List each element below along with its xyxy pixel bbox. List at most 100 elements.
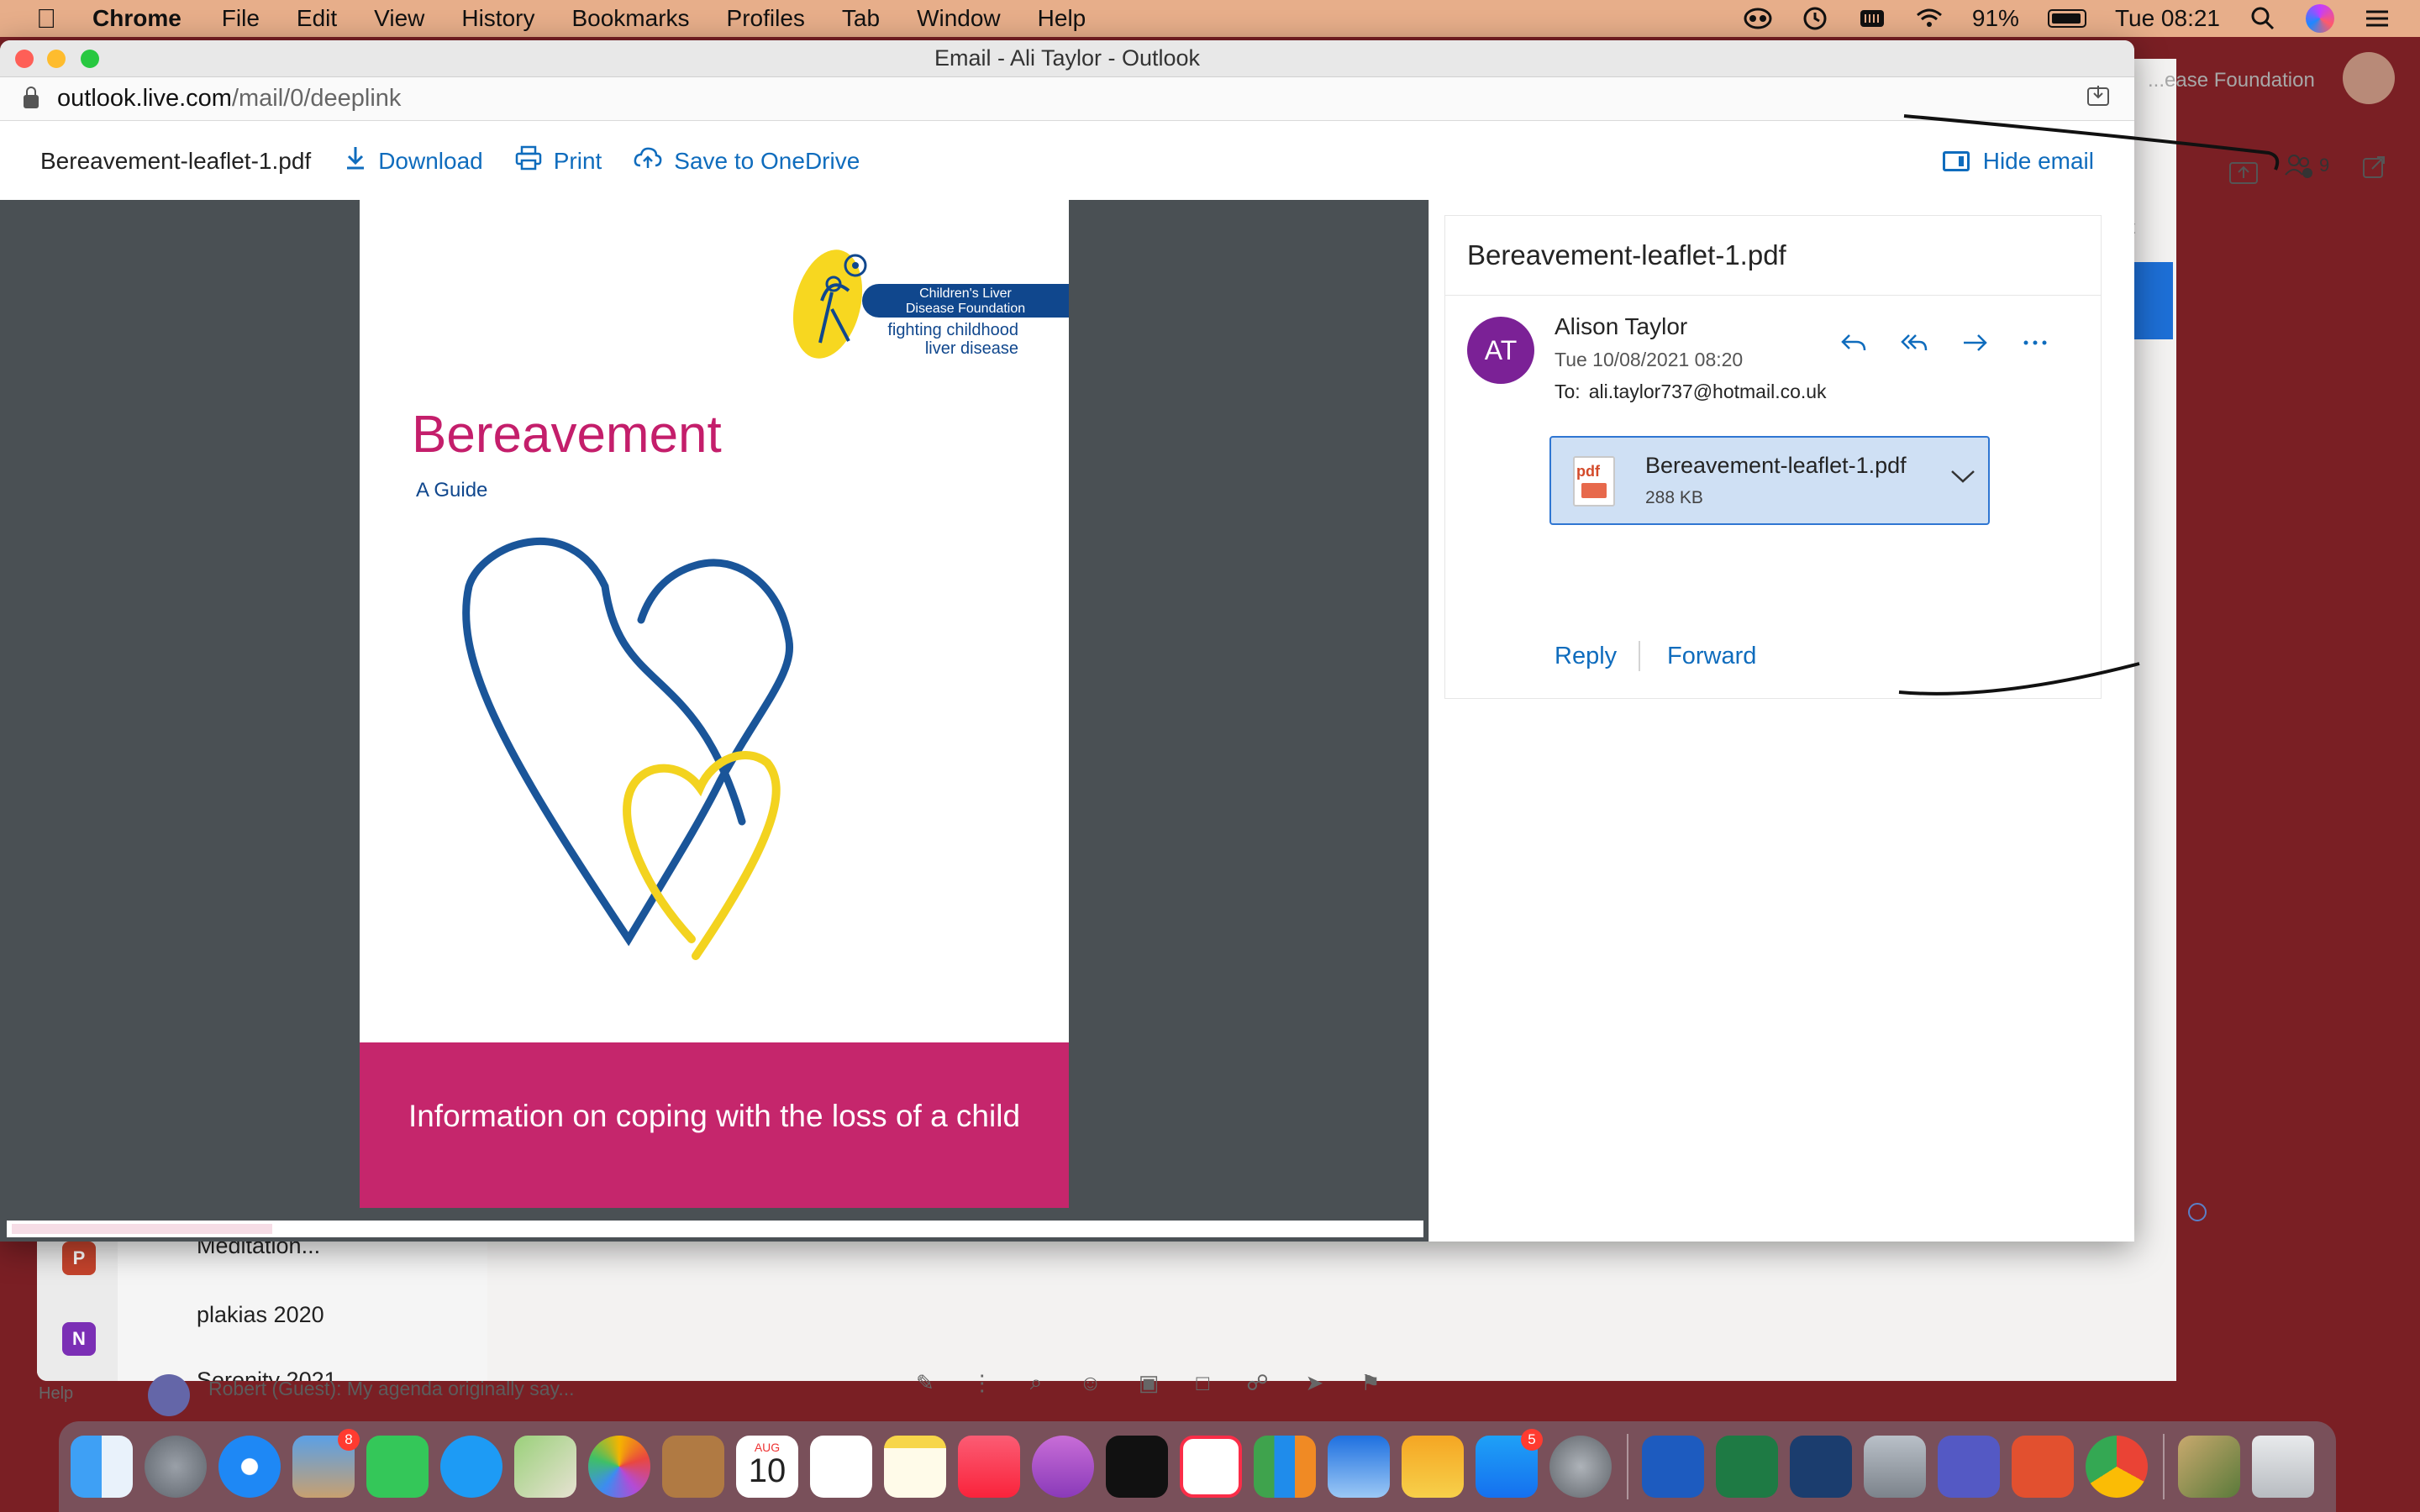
launchpad-icon[interactable]	[145, 1436, 207, 1498]
downloads-folder-icon[interactable]	[2178, 1436, 2240, 1498]
more-actions-icon[interactable]	[2020, 330, 2050, 363]
trash-icon[interactable]	[2252, 1436, 2314, 1498]
downloads-stack-icon[interactable]	[1864, 1436, 1926, 1498]
facetime-icon[interactable]	[366, 1436, 429, 1498]
accessibility-icon[interactable]	[1744, 6, 1772, 31]
outlook-attachment-window: Email - Ali Taylor - Outlook outlook.liv…	[0, 40, 2134, 1242]
address-bar[interactable]: outlook.live.com/mail/0/deeplink	[0, 77, 2134, 121]
powerpoint-icon[interactable]: P	[62, 1242, 96, 1275]
attach-icon[interactable]: ⌕	[1030, 1369, 1043, 1396]
org-name: ...ease Foundation	[2148, 69, 2315, 92]
close-window-button[interactable]	[15, 50, 34, 68]
siri-icon[interactable]	[2306, 4, 2334, 33]
recipient-address[interactable]: ali.taylor737@hotmail.co.uk	[1589, 381, 1827, 402]
save-to-onedrive-button[interactable]: Save to OneDrive	[634, 145, 860, 177]
keyboard-icon[interactable]	[1858, 6, 1886, 31]
reply-icon[interactable]	[1839, 330, 1869, 363]
participants-button[interactable]: 9	[2284, 153, 2329, 178]
webex-icon[interactable]	[1790, 1436, 1852, 1498]
menu-tab[interactable]: Tab	[842, 5, 880, 32]
active-tab-indicator	[2134, 262, 2173, 339]
download-button[interactable]: Download	[345, 145, 483, 177]
profile-avatar[interactable]	[2343, 52, 2395, 104]
remote-desktop-icon[interactable]	[2012, 1436, 2074, 1498]
forward-icon[interactable]	[1960, 330, 1990, 363]
attachment-tile[interactable]: pdf Bereavement-leaflet-1.pdf 288 KB	[1549, 436, 1990, 525]
sender-name[interactable]: Alison Taylor	[1555, 313, 1687, 340]
notes-icon[interactable]	[884, 1436, 946, 1498]
menu-view[interactable]: View	[374, 5, 424, 32]
reply-button[interactable]: Reply	[1555, 643, 1617, 670]
menu-bookmarks[interactable]: Bookmarks	[571, 5, 689, 32]
sticker-icon[interactable]: □	[1196, 1370, 1209, 1396]
apple-tv-icon[interactable]	[1106, 1436, 1168, 1498]
forward-button[interactable]: Forward	[1667, 643, 1756, 670]
print-button[interactable]: Print	[515, 145, 602, 177]
messages-icon[interactable]	[440, 1436, 502, 1498]
window-title: Email - Ali Taylor - Outlook	[934, 45, 1201, 71]
email-actions	[1839, 330, 2050, 363]
sender-avatar[interactable]: AT	[1467, 317, 1534, 384]
minimize-window-button[interactable]	[47, 50, 66, 68]
contacts-icon[interactable]	[662, 1436, 724, 1498]
word-icon[interactable]	[1642, 1436, 1704, 1498]
control-center-icon[interactable]	[2363, 6, 2391, 31]
scrollbar-thumb[interactable]	[12, 1224, 272, 1234]
popout-icon[interactable]	[2361, 155, 2386, 184]
pages-icon[interactable]	[1402, 1436, 1464, 1498]
onenote-icon[interactable]: N	[62, 1322, 96, 1356]
leaflet-subtitle: A Guide	[416, 479, 488, 501]
menu-help[interactable]: Help	[1038, 5, 1086, 32]
meet-icon[interactable]: ☍	[1246, 1370, 1268, 1396]
help-label[interactable]: Help	[39, 1384, 73, 1404]
menu-file[interactable]: File	[222, 5, 260, 32]
attachment-filename: Bereavement-leaflet-1.pdf	[40, 147, 312, 174]
finder-icon[interactable]	[71, 1436, 133, 1498]
wifi-icon[interactable]	[1915, 6, 1944, 31]
chat-list-item[interactable]: plakias 2020	[197, 1302, 324, 1328]
battery-icon[interactable]	[2047, 9, 2086, 28]
keynote-icon[interactable]	[1328, 1436, 1390, 1498]
maps-icon[interactable]	[514, 1436, 576, 1498]
pdf-viewer[interactable]: Children's Liver Disease Foundation figh…	[0, 200, 1428, 1242]
dock: 8 AUG 10 5	[59, 1421, 2336, 1512]
podcasts-icon[interactable]	[1032, 1436, 1094, 1498]
news-icon[interactable]	[1180, 1436, 1242, 1498]
chevron-down-icon[interactable]	[1949, 463, 1976, 491]
reply-all-icon[interactable]	[1899, 330, 1929, 363]
apple-menu-icon[interactable]: 	[0, 3, 92, 34]
horizontal-scrollbar[interactable]	[7, 1221, 1423, 1237]
tagline-line1: fighting childhood	[887, 321, 1018, 339]
excel-icon[interactable]	[1716, 1436, 1778, 1498]
menu-profiles[interactable]: Profiles	[727, 5, 805, 32]
music-icon[interactable]	[958, 1436, 1020, 1498]
calendar-icon[interactable]: AUG 10	[736, 1436, 798, 1498]
system-preferences-icon[interactable]	[1549, 1436, 1612, 1498]
gif-icon[interactable]: ▣	[1139, 1370, 1160, 1396]
photos-icon[interactable]	[588, 1436, 650, 1498]
format-icon[interactable]: ✎	[916, 1370, 934, 1396]
menu-history[interactable]: History	[461, 5, 534, 32]
safari-icon[interactable]	[218, 1436, 281, 1498]
teams-icon[interactable]	[1938, 1436, 2000, 1498]
menu-window[interactable]: Window	[917, 5, 1001, 32]
menu-app-chrome[interactable]: Chrome	[92, 5, 182, 32]
numbers-icon[interactable]	[1254, 1436, 1316, 1498]
maximize-window-button[interactable]	[81, 50, 99, 68]
mail-icon[interactable]: 8	[292, 1429, 360, 1498]
lock-icon[interactable]	[24, 86, 39, 108]
teams-right-strip	[2134, 59, 2176, 1381]
praise-icon[interactable]: ⚑	[1360, 1370, 1380, 1396]
pdf-page: Children's Liver Disease Foundation figh…	[360, 200, 1069, 1208]
clock[interactable]: Tue 08:21	[2115, 5, 2220, 32]
app-store-icon[interactable]: 5	[1476, 1429, 1543, 1498]
time-machine-icon[interactable]	[1801, 6, 1829, 31]
spotlight-search-icon[interactable]	[2249, 6, 2277, 31]
reminders-icon[interactable]	[810, 1436, 872, 1498]
send-later-icon[interactable]: ➤	[1306, 1370, 1324, 1396]
emoji-icon[interactable]: ☺	[1079, 1370, 1102, 1396]
more-icon[interactable]: ⋮	[971, 1370, 993, 1396]
chrome-icon[interactable]	[2086, 1436, 2148, 1498]
leaflet-band-text: Information on coping with the loss of a…	[408, 1099, 1021, 1133]
menu-edit[interactable]: Edit	[297, 5, 337, 32]
